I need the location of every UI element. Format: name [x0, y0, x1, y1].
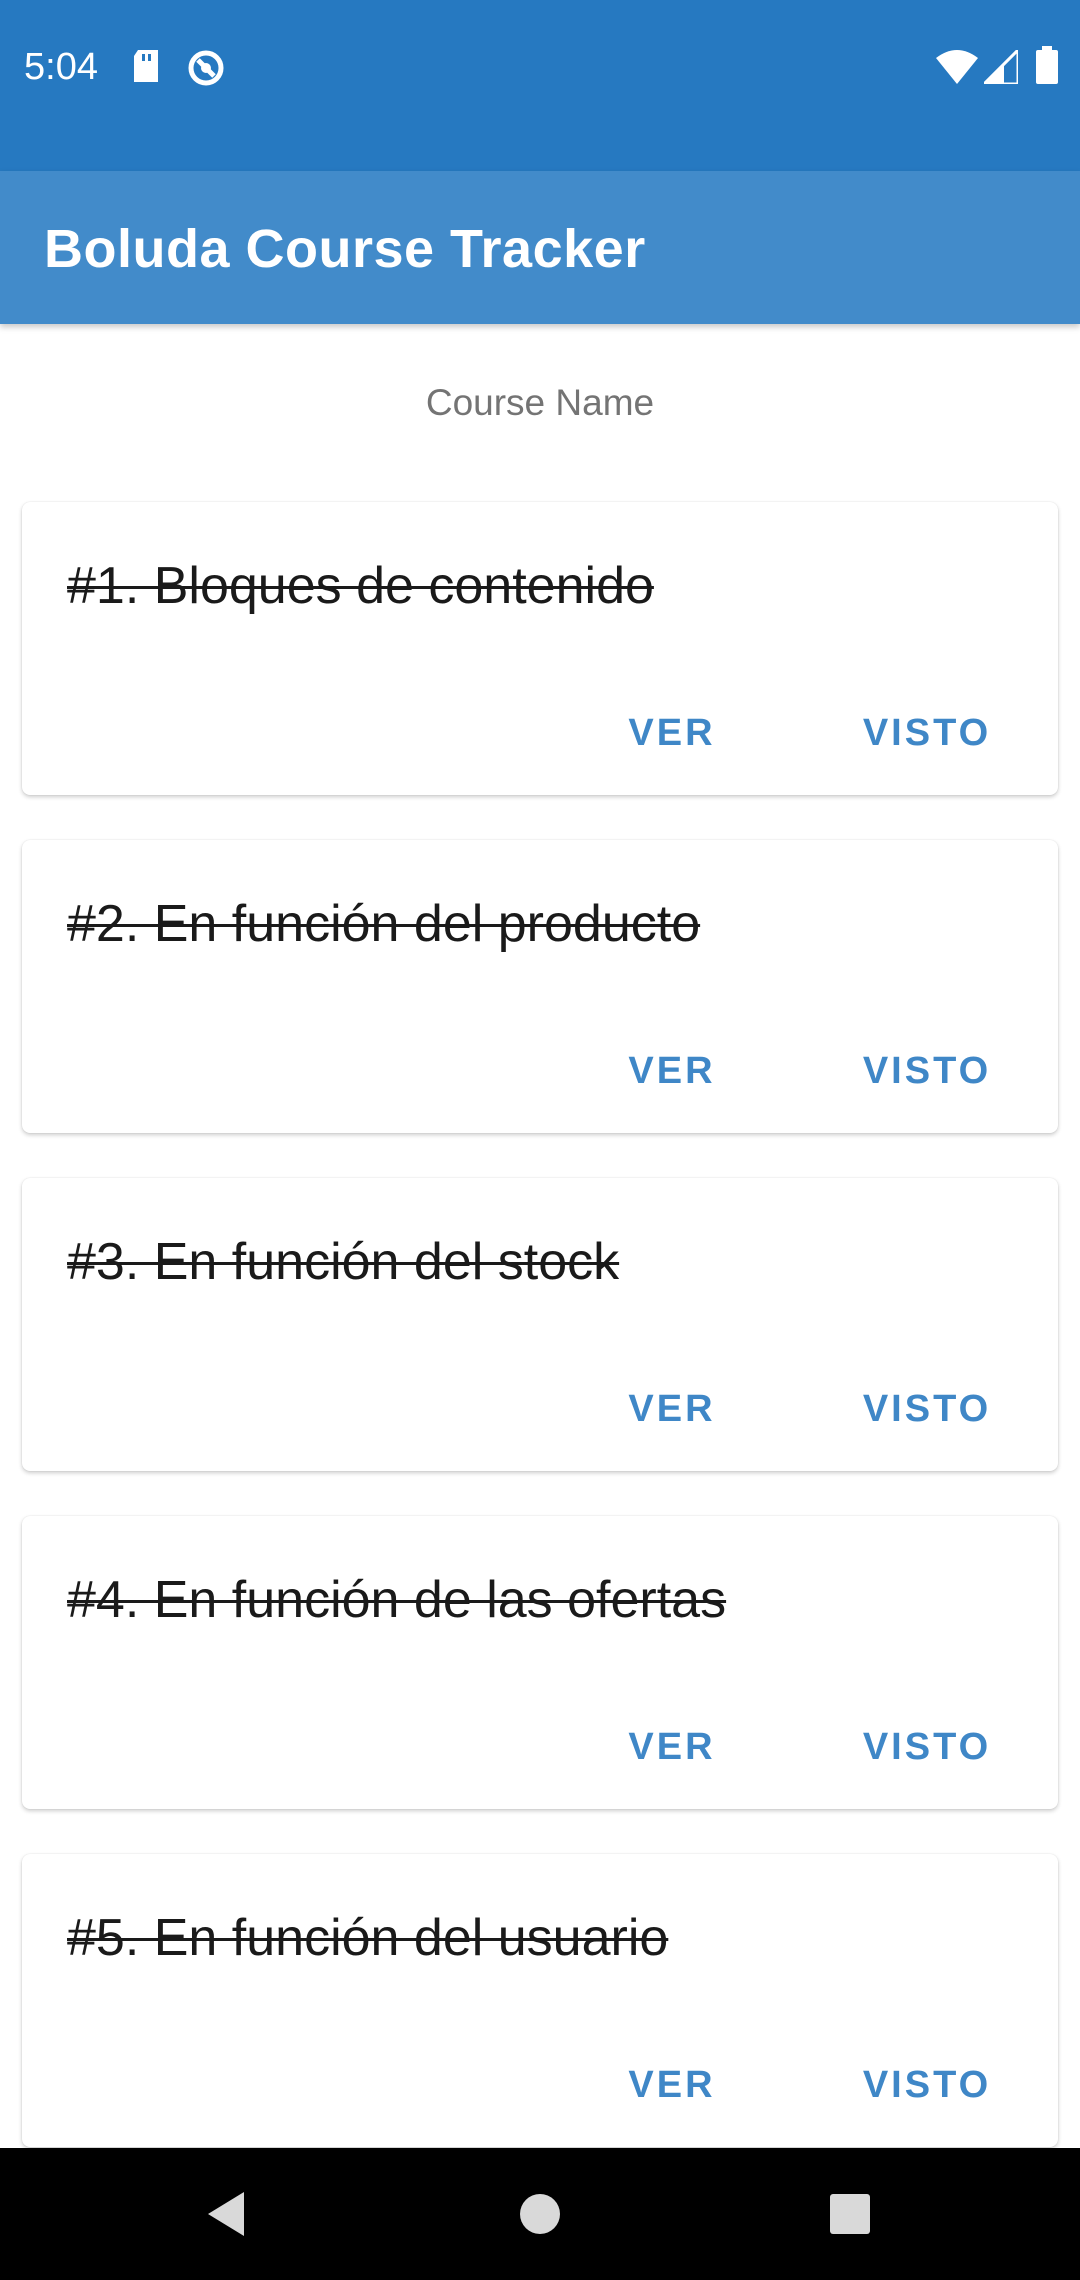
view-lesson-button[interactable]: VER [582, 1373, 762, 1445]
home-icon[interactable] [460, 2148, 620, 2280]
app-title: Boluda Course Tracker [44, 219, 646, 279]
lesson-card: #1. Bloques de contenido VER VISTO [22, 502, 1058, 795]
lesson-card: #4. En función de las ofertas VER VISTO [22, 1516, 1058, 1809]
view-lesson-button[interactable]: VER [582, 697, 762, 769]
mark-seen-button[interactable]: VISTO [827, 2049, 1027, 2121]
lesson-title: #4. En función de las ofertas [67, 1571, 727, 1629]
sd-card-icon [130, 48, 162, 89]
status-time: 5:04 [24, 46, 98, 88]
cellular-signal-icon [980, 46, 1020, 89]
back-icon[interactable] [146, 2148, 306, 2280]
mark-seen-button[interactable]: VISTO [827, 1373, 1027, 1445]
lesson-card: #2. En función del producto VER VISTO [22, 840, 1058, 1133]
course-name: Course Name [425, 382, 655, 423]
data-saver-icon [186, 48, 226, 93]
mark-seen-button[interactable]: VISTO [827, 1711, 1027, 1783]
app-bar: Boluda Course Tracker [0, 171, 1080, 324]
mark-seen-button[interactable]: VISTO [827, 1035, 1027, 1107]
wifi-icon [936, 50, 978, 89]
view-lesson-button[interactable]: VER [582, 1711, 762, 1783]
view-lesson-button[interactable]: VER [582, 1035, 762, 1107]
lesson-card: #3. En función del stock VER VISTO [22, 1178, 1058, 1471]
status-bar: 5:04 [0, 0, 1080, 171]
battery-icon [1036, 46, 1058, 89]
lesson-title: #1. Bloques de contenido [67, 557, 654, 615]
lesson-card: #5. En función del usuario VER VISTO [22, 1854, 1058, 2147]
lesson-title: #3. En función del stock [67, 1233, 620, 1291]
navigation-bar [0, 2148, 1080, 2280]
lesson-title: #5. En función del usuario [67, 1909, 669, 1967]
mark-seen-button[interactable]: VISTO [827, 697, 1027, 769]
recents-icon[interactable] [770, 2148, 930, 2280]
lesson-list-screen[interactable]: Course Name #1. Bloques de contenido VER… [0, 324, 1080, 2148]
lesson-title: #2. En función del producto [67, 895, 701, 953]
view-lesson-button[interactable]: VER [582, 2049, 762, 2121]
